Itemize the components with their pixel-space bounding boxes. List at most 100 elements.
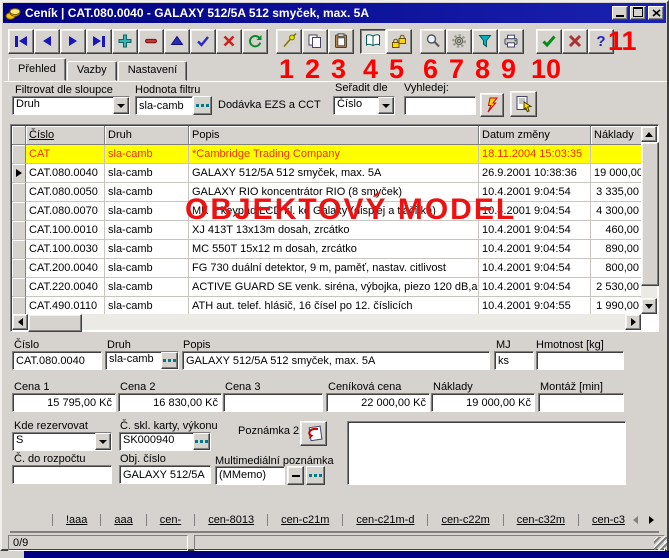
search-execute-button[interactable]	[480, 93, 504, 117]
tab-nastaveni[interactable]: Nastavení	[118, 61, 188, 81]
cell-cislo: CAT.100.0030	[26, 240, 105, 259]
cena1-field[interactable]	[12, 393, 116, 412]
mmemo-clear-button[interactable]	[287, 466, 304, 485]
filter-column-select[interactable]: Druh	[12, 96, 130, 115]
next-record-button[interactable]	[60, 29, 86, 54]
minimize-button[interactable]	[612, 6, 628, 20]
row-selector	[12, 297, 26, 314]
poznamka2-button[interactable]	[300, 421, 327, 446]
first-record-button[interactable]	[8, 29, 34, 54]
tab-vazby[interactable]: Vazby	[67, 61, 117, 81]
tab-prehled[interactable]: Přehled	[8, 58, 66, 81]
search-button[interactable]	[420, 29, 446, 54]
cena3-field[interactable]	[223, 393, 323, 412]
druh-field[interactable]: sla-camb	[105, 351, 179, 370]
cenikova-cena-field[interactable]	[326, 393, 430, 412]
locks-button[interactable]	[386, 29, 412, 54]
horizontal-scroll-thumb[interactable]	[28, 314, 82, 332]
scroll-right-button[interactable]	[625, 314, 641, 330]
refresh-button[interactable]	[242, 29, 268, 54]
vertical-scroll-thumb[interactable]	[641, 142, 659, 286]
grid-header-datum[interactable]: Datum změny	[479, 126, 591, 145]
dataset-tab[interactable]: !aaa	[52, 514, 100, 526]
paste-button[interactable]	[328, 29, 354, 54]
dataset-tab[interactable]: cen-c3	[578, 514, 627, 526]
kde-rezervovat-select[interactable]: S	[12, 432, 112, 451]
prior-record-button[interactable]	[34, 29, 60, 54]
copy-button[interactable]	[302, 29, 328, 54]
naklady-field[interactable]	[431, 393, 535, 412]
filter-button[interactable]	[472, 29, 498, 54]
grid-horizontal-scrollbar[interactable]	[12, 314, 641, 330]
druh-ellipsis-button[interactable]	[161, 352, 178, 369]
kde-dropdown-button[interactable]	[95, 433, 111, 450]
print-button[interactable]	[498, 29, 524, 54]
skl-karta-field[interactable]: SK000940	[119, 432, 211, 451]
book-button[interactable]	[360, 29, 386, 54]
table-row[interactable]: CAT.080.0040sla-cambGALAXY 512/5A 512 sm…	[12, 164, 641, 183]
locate-record-button[interactable]	[510, 91, 537, 117]
cena2-field[interactable]	[118, 393, 222, 412]
last-record-button[interactable]	[86, 29, 112, 54]
confirm-button[interactable]	[536, 29, 562, 54]
grid-header-popis[interactable]: Popis	[189, 126, 479, 145]
cell-popis: ACTIVE GUARD SE venk. siréna, výbojka, p…	[189, 278, 479, 297]
cislo-field[interactable]	[12, 351, 102, 370]
grid-header-druh[interactable]: Druh	[105, 126, 189, 145]
mj-field[interactable]	[494, 351, 534, 370]
dataset-tab[interactable]: cen-8013	[194, 514, 267, 526]
resize-grip[interactable]	[654, 537, 667, 550]
dataset-tab[interactable]: aaa	[100, 514, 145, 526]
annotation-1: 1	[279, 56, 294, 83]
search-input[interactable]	[404, 96, 476, 115]
sort-dropdown-button[interactable]	[378, 97, 394, 114]
obj-cislo-label: Obj. číslo	[120, 453, 166, 465]
dataset-tab-lead	[10, 509, 52, 531]
table-row[interactable]: CAT.200.0040sla-cambFG 730 duální detekt…	[12, 259, 641, 278]
dataset-tabs-scroll-left-button[interactable]	[627, 512, 643, 528]
poznamka2-memo[interactable]	[347, 421, 626, 485]
mmemo-field[interactable]: (MMemo)	[215, 466, 285, 485]
obj-cislo-field[interactable]	[119, 465, 211, 484]
horizontal-scroll-track[interactable]	[82, 314, 625, 330]
grid-header-cislo[interactable]: Číslo	[26, 126, 105, 145]
dataset-tab[interactable]: cen-c22m	[427, 514, 502, 526]
pricelist-grid[interactable]: Číslo Druh Popis Datum změny Náklady CAT…	[10, 124, 659, 332]
table-row[interactable]: CAT.490.0110sla-cambATH aut. telef. hlás…	[12, 297, 641, 314]
post-record-button[interactable]	[190, 29, 216, 54]
hmotnost-field[interactable]	[536, 351, 624, 370]
pin-button[interactable]	[276, 29, 302, 54]
settings-button[interactable]	[446, 29, 472, 54]
discard-button[interactable]	[562, 29, 588, 54]
cancel-record-button[interactable]	[216, 29, 242, 54]
dataset-tab[interactable]: cen-	[146, 514, 194, 526]
scroll-left-button[interactable]	[12, 314, 28, 330]
scroll-down-button[interactable]	[641, 298, 657, 314]
close-button[interactable]	[648, 6, 664, 20]
maximize-button[interactable]	[630, 6, 646, 20]
table-row[interactable]: CAT.100.0030sla-cambMC 550T 15x12 m dosa…	[12, 240, 641, 259]
insert-record-button[interactable]	[112, 29, 138, 54]
scroll-up-button[interactable]	[641, 126, 657, 142]
rozpocet-field[interactable]	[12, 465, 112, 484]
grid-vertical-scrollbar[interactable]	[641, 126, 657, 314]
filter-value-input[interactable]	[135, 96, 193, 115]
table-row[interactable]: CATsla-camb*Cambridge Trading Company18.…	[12, 145, 641, 164]
montaz-field[interactable]	[538, 393, 624, 412]
dataset-tabs-scroll-right-button[interactable]	[643, 512, 659, 528]
popis-field[interactable]	[182, 351, 490, 370]
filter-value-ellipsis-button[interactable]	[193, 96, 212, 115]
dataset-tab[interactable]: cen-c32m	[503, 514, 578, 526]
grid-header-naklady[interactable]: Náklady	[591, 126, 641, 145]
skl-karta-ellipsis-button[interactable]	[193, 433, 210, 450]
dataset-tab[interactable]: cen-c21m	[267, 514, 342, 526]
table-row[interactable]: CAT.220.0040sla-cambACTIVE GUARD SE venk…	[12, 278, 641, 297]
mmemo-ellipsis-button[interactable]	[306, 466, 325, 485]
hmotnost-label: Hmotnost [kg]	[536, 339, 604, 351]
delete-record-button[interactable]	[138, 29, 164, 54]
row-selector	[12, 221, 26, 240]
dataset-tab[interactable]: cen-c21m-d	[342, 514, 427, 526]
sort-select[interactable]: Číslo	[333, 96, 395, 115]
edit-record-button[interactable]	[164, 29, 190, 54]
filter-column-dropdown-button[interactable]	[113, 97, 129, 114]
